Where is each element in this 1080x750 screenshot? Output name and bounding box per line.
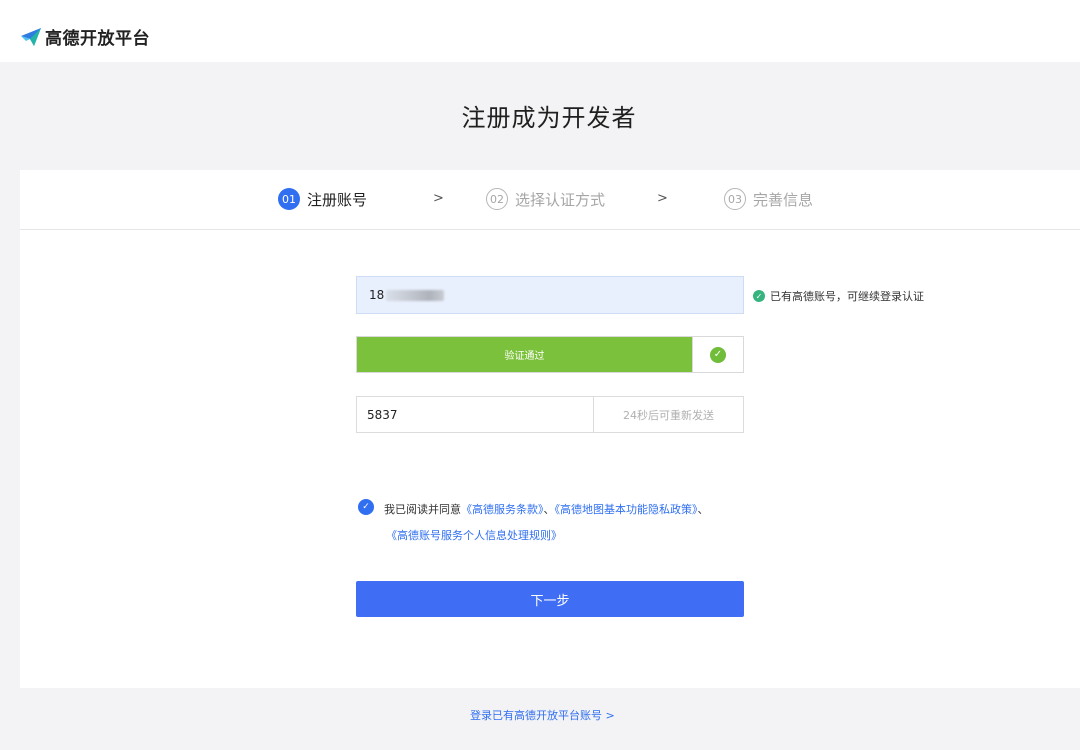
brand-name: 高德开放平台 bbox=[45, 29, 150, 49]
step-number-badge: 01 bbox=[278, 188, 300, 210]
phone-number-value: 18 bbox=[369, 288, 385, 302]
step-select-verification: 02 选择认证方式 bbox=[486, 188, 605, 210]
account-hint-text: 已有高德账号，可继续登录认证 bbox=[770, 290, 924, 303]
step-label: 选择认证方式 bbox=[515, 190, 606, 209]
brand-logo[interactable]: 高德开放平台 bbox=[20, 24, 150, 49]
resend-code-button[interactable]: 24秒后可重新发送 bbox=[593, 397, 743, 432]
page-title: 注册成为开发者 bbox=[461, 104, 637, 132]
login-existing-account-link[interactable]: 登录已有高德开放平台账号 > bbox=[470, 707, 615, 723]
next-step-button[interactable]: 下一步 bbox=[356, 581, 744, 617]
personal-info-rules-link[interactable]: 《高德账号服务个人信息处理规则》 bbox=[386, 529, 562, 542]
top-header: 高德开放平台 bbox=[0, 0, 1080, 62]
steps-progress: 01 注册账号 > 02 选择认证方式 > 03 完善信息 bbox=[20, 170, 1080, 230]
existing-account-hint: ✓ 已有高德账号，可继续登录认证 bbox=[753, 288, 924, 304]
slider-handle[interactable]: ✓ bbox=[692, 337, 743, 372]
step-separator-icon: > bbox=[657, 191, 668, 206]
agreement-text-line2: 《高德账号服务个人信息处理规则》 bbox=[386, 523, 562, 549]
slider-verification[interactable]: 验证通过 ✓ bbox=[356, 336, 744, 373]
agreement-prefix: 我已阅读并同意 bbox=[384, 503, 461, 516]
sms-code-row: 5837 24秒后可重新发送 bbox=[356, 396, 744, 433]
privacy-policy-link[interactable]: 《高德地图基本功能隐私政策》 bbox=[555, 503, 698, 516]
agreement-checkbox[interactable]: ✓ bbox=[358, 499, 374, 515]
verification-passed-fill: 验证通过 bbox=[357, 337, 692, 372]
step-number-badge: 03 bbox=[724, 188, 746, 210]
agreement-separator: 、 bbox=[697, 503, 709, 516]
step-register-account: 01 注册账号 bbox=[278, 188, 367, 210]
agreement-separator: 、 bbox=[543, 503, 555, 516]
terms-of-service-link[interactable]: 《高德服务条款》 bbox=[461, 503, 544, 516]
step-label: 完善信息 bbox=[753, 190, 814, 209]
check-circle-icon: ✓ bbox=[710, 346, 726, 363]
agreement-text: 我已阅读并同意《高德服务条款》、《高德地图基本功能隐私政策》、 bbox=[384, 497, 709, 523]
sms-code-input[interactable]: 5837 bbox=[357, 397, 593, 432]
step-number-badge: 02 bbox=[486, 188, 508, 210]
redacted-phone-mask bbox=[386, 289, 445, 301]
step-label: 注册账号 bbox=[307, 190, 368, 209]
step-separator-icon: > bbox=[433, 191, 444, 206]
check-circle-icon: ✓ bbox=[753, 290, 765, 302]
paper-plane-logo-icon bbox=[21, 27, 41, 46]
registration-card: 01 注册账号 > 02 选择认证方式 > 03 完善信息 18 ✓ 已有高德账… bbox=[20, 170, 1080, 688]
phone-number-input[interactable]: 18 bbox=[356, 276, 744, 314]
step-complete-info: 03 完善信息 bbox=[724, 188, 813, 210]
